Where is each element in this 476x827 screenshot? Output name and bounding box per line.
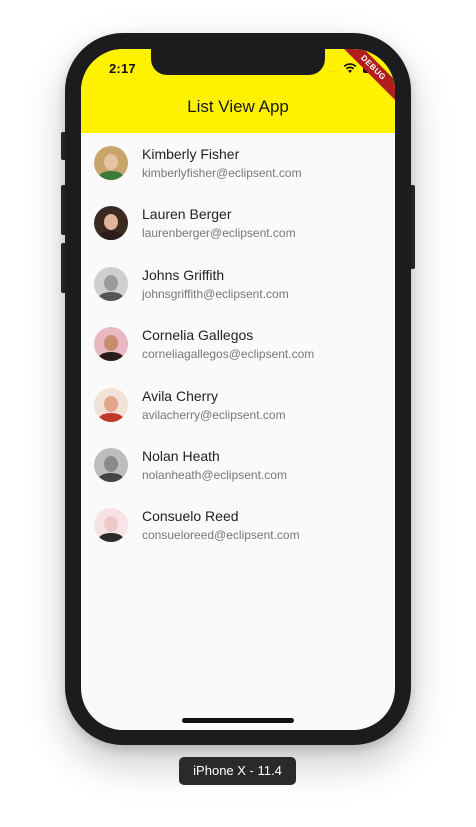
list-item[interactable]: Johns Griffith johnsgriffith@eclipsent.c… bbox=[81, 254, 395, 314]
avatar-face bbox=[104, 395, 118, 412]
contact-name: Lauren Berger bbox=[142, 206, 232, 223]
list-item[interactable]: Cornelia Gallegos corneliagallegos@eclip… bbox=[81, 314, 395, 374]
list-item[interactable]: Nolan Heath nolanheath@eclipsent.com bbox=[81, 435, 395, 495]
list-item[interactable]: Kimberly Fisher kimberlyfisher@eclipsent… bbox=[81, 133, 395, 193]
avatar-shoulders bbox=[98, 533, 124, 543]
list-item[interactable]: Consuelo Reed consueloreed@eclipsent.com bbox=[81, 495, 395, 555]
signal-dots: .... bbox=[329, 67, 341, 74]
contact-name: Cornelia Gallegos bbox=[142, 327, 254, 344]
avatar-shoulders bbox=[98, 231, 124, 241]
device-label: iPhone X - 11.4 bbox=[179, 757, 296, 785]
avatar-shoulders bbox=[98, 291, 124, 301]
contact-email: avilacherry@eclipsent.com bbox=[142, 407, 286, 422]
avatar bbox=[94, 206, 128, 241]
avatar-face bbox=[104, 455, 118, 472]
avatar-face bbox=[104, 154, 118, 170]
list-item[interactable]: Avila Cherry avilacherry@eclipsent.com bbox=[81, 375, 395, 435]
avatar-face bbox=[104, 274, 118, 291]
avatar-face bbox=[104, 516, 118, 533]
contact-email: corneliagallegos@eclipsent.com bbox=[142, 347, 315, 362]
avatar bbox=[94, 508, 128, 543]
avatar-face bbox=[104, 335, 118, 352]
app-bar: 2:17 .... DEBUG List View App bbox=[81, 49, 395, 133]
avatar bbox=[94, 327, 128, 362]
device-screen: 2:17 .... DEBUG List View App Kimberly F… bbox=[81, 49, 395, 730]
avatar-shoulders bbox=[98, 352, 124, 362]
contact-email: kimberlyfisher@eclipsent.com bbox=[142, 166, 302, 180]
contact-email: nolanheath@eclipsent.com bbox=[142, 467, 287, 482]
contact-name: Johns Griffith bbox=[142, 266, 225, 283]
notch bbox=[151, 49, 325, 75]
contact-name: Kimberly Fisher bbox=[142, 146, 240, 162]
wifi-icon bbox=[343, 63, 357, 73]
status-time: 2:17 bbox=[109, 61, 136, 76]
simulator-stage: 2:17 .... DEBUG List View App Kimberly F… bbox=[0, 0, 476, 827]
avatar-face bbox=[104, 214, 118, 231]
contact-name: Nolan Heath bbox=[142, 447, 220, 464]
avatar bbox=[94, 266, 128, 301]
contact-name: Consuelo Reed bbox=[142, 508, 239, 525]
list-item[interactable]: Lauren Berger laurenberger@eclipsent.com bbox=[81, 193, 395, 253]
avatar-shoulders bbox=[98, 472, 124, 482]
avatar bbox=[94, 447, 128, 482]
avatar bbox=[94, 387, 128, 422]
avatar-shoulders bbox=[98, 412, 124, 422]
contact-email: consueloreed@eclipsent.com bbox=[142, 528, 300, 543]
home-indicator[interactable] bbox=[182, 718, 294, 723]
app-title: List View App bbox=[187, 97, 289, 116]
contact-name: Avila Cherry bbox=[142, 387, 218, 404]
contact-email: laurenberger@eclipsent.com bbox=[142, 226, 296, 241]
contact-email: johnsgriffith@eclipsent.com bbox=[142, 286, 289, 301]
contact-list: Kimberly Fisher kimberlyfisher@eclipsent… bbox=[81, 133, 395, 556]
avatar bbox=[94, 146, 128, 180]
avatar-shoulders bbox=[98, 171, 124, 180]
